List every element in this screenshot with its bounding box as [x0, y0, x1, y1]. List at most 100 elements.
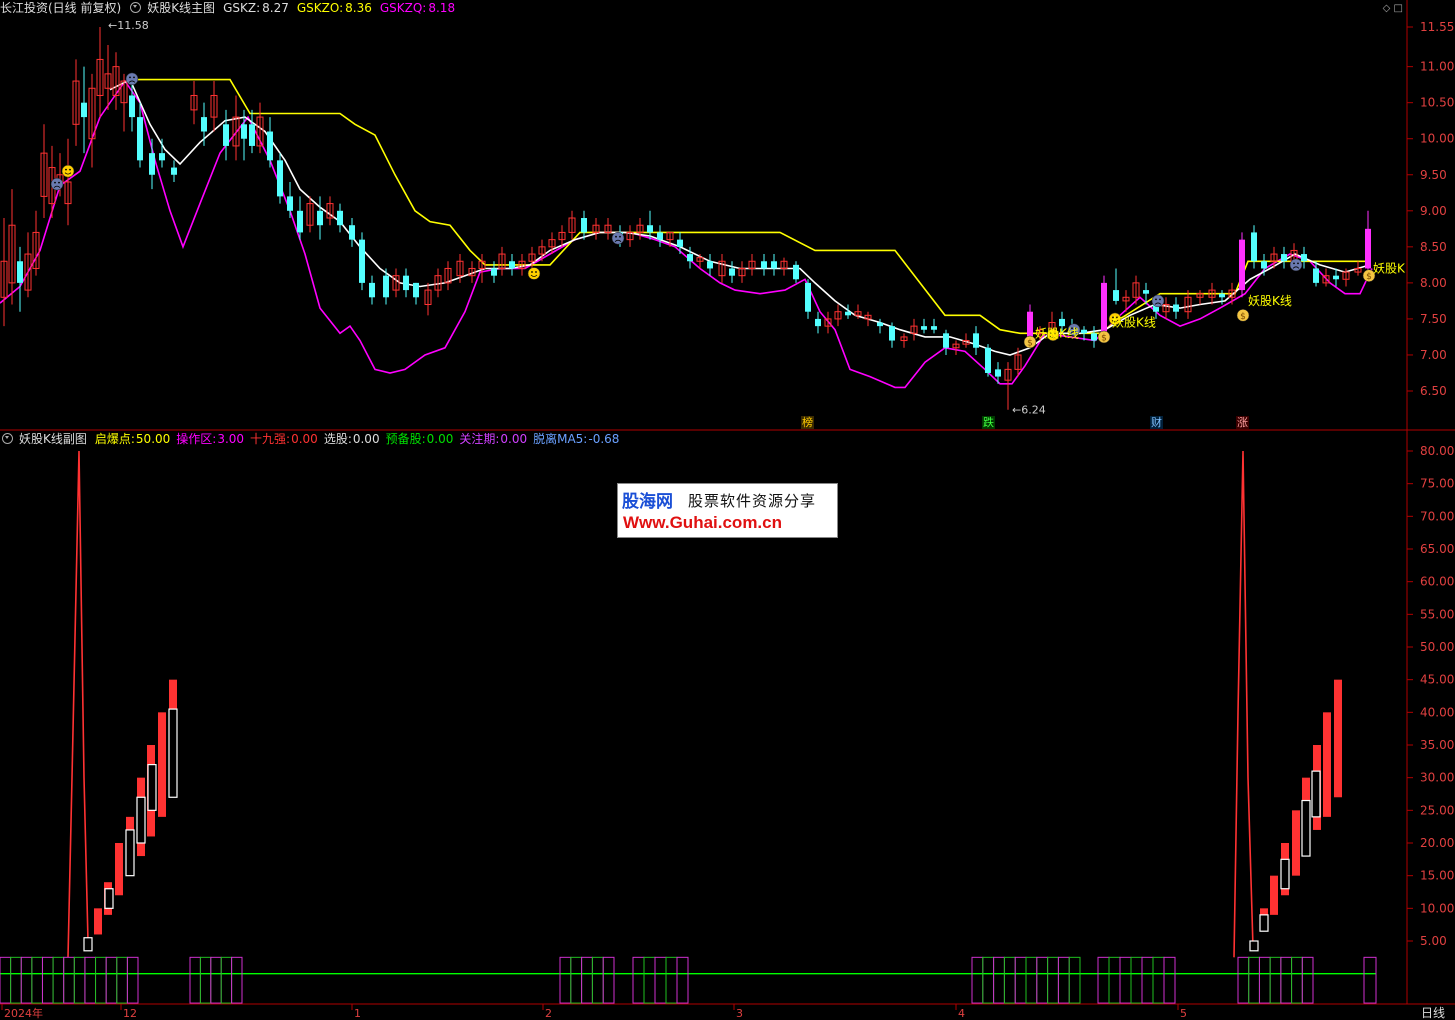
- candle-body: [491, 268, 497, 276]
- candle-body: [137, 117, 143, 161]
- event-tag-die[interactable]: 跌: [982, 416, 995, 429]
- main-indicator-name[interactable]: 妖股K线主图: [147, 1, 215, 15]
- candle: [931, 318, 937, 334]
- candle-body: [1365, 228, 1371, 269]
- xg-label: 选股:: [323, 432, 352, 446]
- dropdown-icon[interactable]: [130, 2, 142, 13]
- signal-cell: [1130, 956, 1143, 1004]
- candle: [657, 225, 663, 247]
- candle-body: [337, 210, 343, 226]
- main-chart-header: 长江投资(日线 前复权) 妖股K线主图 GSKZ: 8.27 GSKZO: 8.36 GSK…: [0, 0, 461, 16]
- sub-tick-label: 30.00: [1420, 771, 1454, 785]
- watermark-slogan: 股票软件资源分享: [688, 492, 817, 510]
- white-box: [1259, 914, 1269, 932]
- candle-body: [581, 218, 587, 233]
- candle-body: [171, 167, 177, 175]
- candle-body: [297, 210, 303, 233]
- tl-value: -0.68: [588, 432, 620, 446]
- candle-body: [761, 261, 767, 269]
- sub-tick-label: 70.00: [1420, 509, 1454, 523]
- eye: [129, 76, 131, 79]
- event-tag-cai[interactable]: 财: [1150, 416, 1163, 429]
- candle: [40, 124, 48, 219]
- candle-body: [845, 311, 851, 316]
- signal-cell: [1119, 956, 1132, 1004]
- candle: [707, 254, 713, 276]
- candle: [317, 196, 323, 240]
- price-tick-label: 10.00: [1420, 132, 1454, 146]
- signal-cell: [654, 956, 667, 1004]
- yaogu-label: 妖股K: [1373, 261, 1406, 275]
- eye: [58, 181, 60, 184]
- candle: [81, 66, 87, 154]
- candle-body: [1173, 304, 1179, 312]
- candle-body: [1281, 254, 1287, 262]
- event-tag-zhang[interactable]: 涨: [1236, 416, 1249, 429]
- window-controls[interactable]: ◇ □: [1383, 3, 1403, 14]
- signal-cell: [665, 956, 678, 1004]
- red-bar: [1292, 810, 1300, 876]
- candle: [96, 27, 104, 118]
- event-tag-bang[interactable]: 榜: [801, 416, 814, 429]
- candle: [104, 45, 112, 110]
- signal-cell: [982, 956, 995, 1004]
- candle-body: [1301, 254, 1307, 262]
- candle: [256, 102, 264, 154]
- dropdown-icon[interactable]: [2, 433, 13, 444]
- sub-tick-label: 60.00: [1420, 575, 1454, 589]
- signal-cell: [1097, 956, 1110, 1004]
- smile-face-icon: [61, 164, 75, 178]
- candle-body: [973, 333, 979, 348]
- smile-face-icon: [527, 267, 541, 280]
- gzq-label: 关注期:: [459, 432, 500, 446]
- candle-body: [1239, 239, 1245, 291]
- signal-cell: [581, 956, 593, 1004]
- candle: [718, 254, 726, 283]
- signal-cell: [1152, 956, 1165, 1004]
- candle: [985, 344, 991, 377]
- candle: [149, 138, 155, 190]
- sub-indicator-name[interactable]: 妖股K线副图: [19, 432, 87, 446]
- eye: [619, 235, 621, 238]
- candle: [326, 196, 334, 226]
- candle-body: [889, 326, 895, 341]
- candle-body: [1219, 293, 1225, 298]
- candle: [72, 59, 80, 146]
- gskzo-label: GSKZO:: [296, 1, 344, 15]
- candle: [369, 275, 375, 305]
- signal-cell: [602, 956, 615, 1004]
- price-tick-label: 11.00: [1420, 60, 1454, 74]
- watermark-logo: 股海网 股票软件资源分享 Www.Guhai.com.cn: [617, 483, 838, 538]
- red-bar: [1323, 712, 1331, 817]
- candle-body: [349, 225, 355, 240]
- sad-face-icon: [1151, 294, 1165, 308]
- candle: [0, 218, 8, 327]
- candle-body: [1091, 333, 1097, 341]
- candle: [761, 254, 767, 276]
- low-price-label: ←6.24: [1012, 404, 1046, 417]
- signal-cell: [993, 956, 1005, 1004]
- candle: [805, 279, 811, 319]
- price-tick-label: 6.50: [1420, 384, 1447, 398]
- money-bag-icon-glyph: $: [1027, 338, 1033, 348]
- signal-grid: [559, 956, 615, 1004]
- candle: [943, 329, 949, 355]
- signal-cell: [105, 956, 118, 1004]
- candle-body: [413, 282, 419, 298]
- candle: [910, 318, 918, 341]
- candle-body: [647, 225, 653, 233]
- date-tick-label: 1: [354, 1007, 361, 1020]
- eye: [1159, 298, 1161, 301]
- watermark-url: Www.Guhai.com.cn: [623, 513, 782, 532]
- white-box: [1301, 799, 1311, 857]
- signal-cell: [10, 956, 22, 1004]
- candle: [190, 81, 198, 125]
- candle-body: [369, 282, 375, 298]
- sjq-value: 0.00: [291, 432, 318, 446]
- candle: [729, 261, 735, 283]
- signal-cell: [73, 956, 86, 1004]
- candle-body: [805, 282, 811, 312]
- candle-body: [159, 153, 165, 161]
- price-tick-label: 9.00: [1420, 204, 1447, 218]
- signal-cell: [1291, 956, 1303, 1004]
